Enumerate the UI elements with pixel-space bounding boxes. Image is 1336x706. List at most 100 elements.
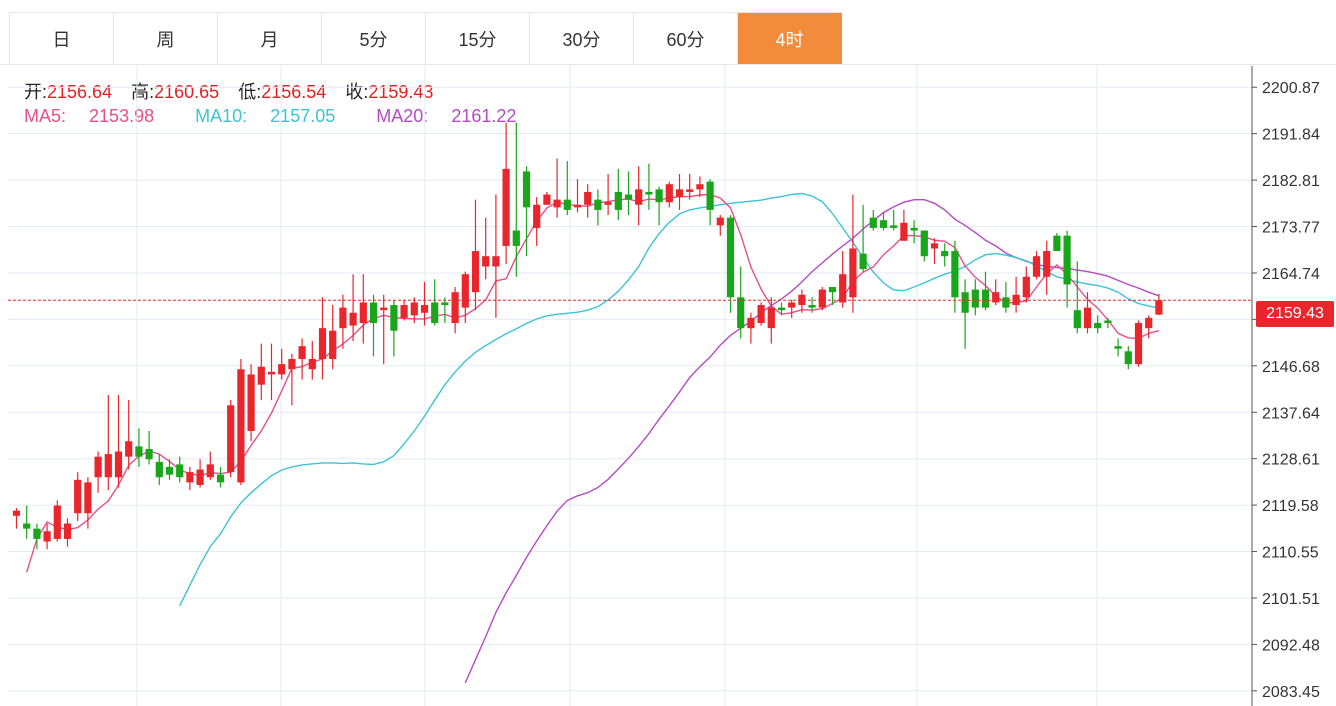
candle-51 — [533, 197, 541, 246]
candle-body-12 — [135, 446, 143, 457]
candle-body-86 — [890, 225, 898, 228]
ma-lines — [26, 192, 1160, 684]
candle-body-22 — [237, 369, 245, 483]
candle-body-32 — [339, 307, 347, 329]
candle-body-34 — [359, 302, 367, 324]
candle-body-14 — [155, 461, 163, 478]
candle-60 — [624, 171, 633, 216]
candle-body-103 — [1063, 235, 1071, 285]
candle-body-110 — [1134, 323, 1143, 365]
candle-body-10 — [114, 451, 123, 478]
y-tick-label-10: 2110.55 — [1262, 545, 1319, 562]
candle-body-54 — [563, 199, 571, 210]
candle-body-49 — [512, 230, 520, 246]
candle-98 — [1012, 276, 1020, 313]
y-tick-label-1: 2191.84 — [1262, 127, 1320, 144]
tab-7[interactable]: 4时 — [738, 13, 842, 65]
candle-body-78 — [808, 305, 816, 308]
candle-body-76 — [788, 302, 796, 308]
y-tick-label-2: 2182.81 — [1262, 173, 1320, 190]
candle-93 — [961, 279, 969, 349]
candle-81 — [839, 251, 847, 308]
candle-79 — [818, 287, 826, 311]
candle-body-8 — [94, 456, 102, 478]
tab-1[interactable]: 周 — [114, 13, 218, 65]
candle-body-109 — [1124, 351, 1132, 365]
candle-108 — [1114, 338, 1122, 357]
tab-6[interactable]: 60分 — [634, 13, 738, 65]
candle-body-85 — [879, 220, 888, 228]
candle-36 — [380, 294, 388, 365]
candle-30 — [318, 297, 327, 380]
candle-89 — [920, 230, 928, 262]
candle-body-68 — [706, 181, 714, 210]
y-tick-label-8: 2128.61 — [1262, 452, 1320, 469]
candle-body-58 — [604, 202, 612, 205]
candle-body-94 — [971, 289, 979, 308]
y-tick-label-4: 2164.74 — [1262, 266, 1320, 283]
candle-body-51 — [533, 204, 541, 228]
candle-59 — [614, 168, 622, 221]
candle-body-13 — [145, 448, 153, 460]
candle-body-30 — [318, 328, 327, 360]
candle-body-46 — [482, 256, 490, 267]
tab-3[interactable]: 5分 — [322, 13, 426, 65]
candle-24 — [257, 343, 265, 401]
candle-body-6 — [74, 479, 82, 514]
candle-48 — [502, 122, 510, 264]
candle-12 — [135, 428, 143, 467]
candle-body-61 — [635, 189, 643, 205]
candle-body-2 — [33, 528, 41, 539]
candle-20 — [216, 466, 225, 488]
candle-19 — [206, 451, 214, 480]
candle-body-96 — [992, 292, 1000, 303]
candle-1 — [23, 505, 31, 539]
candle-35 — [369, 294, 378, 357]
candle-body-29 — [308, 359, 316, 370]
candle-body-81 — [839, 274, 847, 303]
tab-5[interactable]: 30分 — [530, 13, 634, 65]
candle-57 — [594, 189, 602, 226]
candle-body-75 — [777, 307, 786, 311]
candle-body-90 — [930, 243, 939, 249]
candle-body-101 — [1043, 251, 1051, 277]
candle-body-4 — [53, 505, 61, 539]
candlestick-chart[interactable]: 2200.872191.842182.812173.772164.742155.… — [0, 66, 1336, 706]
candle-body-63 — [655, 189, 663, 203]
candle-29 — [308, 341, 316, 380]
candle-37 — [390, 299, 398, 357]
last-price-label: 2159.43 — [1256, 301, 1334, 327]
candle-body-20 — [216, 474, 225, 483]
tab-2[interactable]: 月 — [218, 13, 322, 65]
candle-34 — [359, 274, 367, 344]
candle-body-28 — [298, 346, 306, 360]
candle-body-47 — [492, 256, 500, 267]
candle-body-43 — [451, 292, 459, 324]
candle-90 — [930, 238, 939, 264]
candle-body-80 — [828, 287, 837, 293]
candle-body-27 — [288, 359, 296, 370]
candle-body-53 — [553, 199, 561, 208]
candle-body-57 — [594, 199, 602, 210]
candle-body-100 — [1032, 256, 1041, 277]
tab-4[interactable]: 15分 — [426, 13, 530, 65]
y-tick-label-13: 2083.45 — [1262, 684, 1320, 701]
candle-9 — [104, 394, 112, 491]
y-tick-label-12: 2092.48 — [1262, 637, 1320, 654]
candle-10 — [114, 394, 123, 488]
candle-body-95 — [981, 289, 990, 308]
candle-body-65 — [675, 189, 684, 198]
candle-body-105 — [1083, 307, 1092, 329]
candle-body-72 — [747, 317, 755, 329]
tab-0[interactable]: 日 — [10, 13, 114, 65]
candle-body-18 — [196, 469, 204, 485]
candle-8 — [94, 451, 102, 493]
candle-43 — [451, 287, 459, 334]
candle-body-108 — [1114, 346, 1122, 349]
y-tick-label-6: 2146.68 — [1262, 359, 1320, 376]
candle-72 — [747, 312, 755, 344]
candle-110 — [1134, 320, 1143, 367]
candle-body-91 — [941, 251, 949, 257]
candle-45 — [471, 199, 480, 311]
candle-body-40 — [420, 305, 429, 313]
